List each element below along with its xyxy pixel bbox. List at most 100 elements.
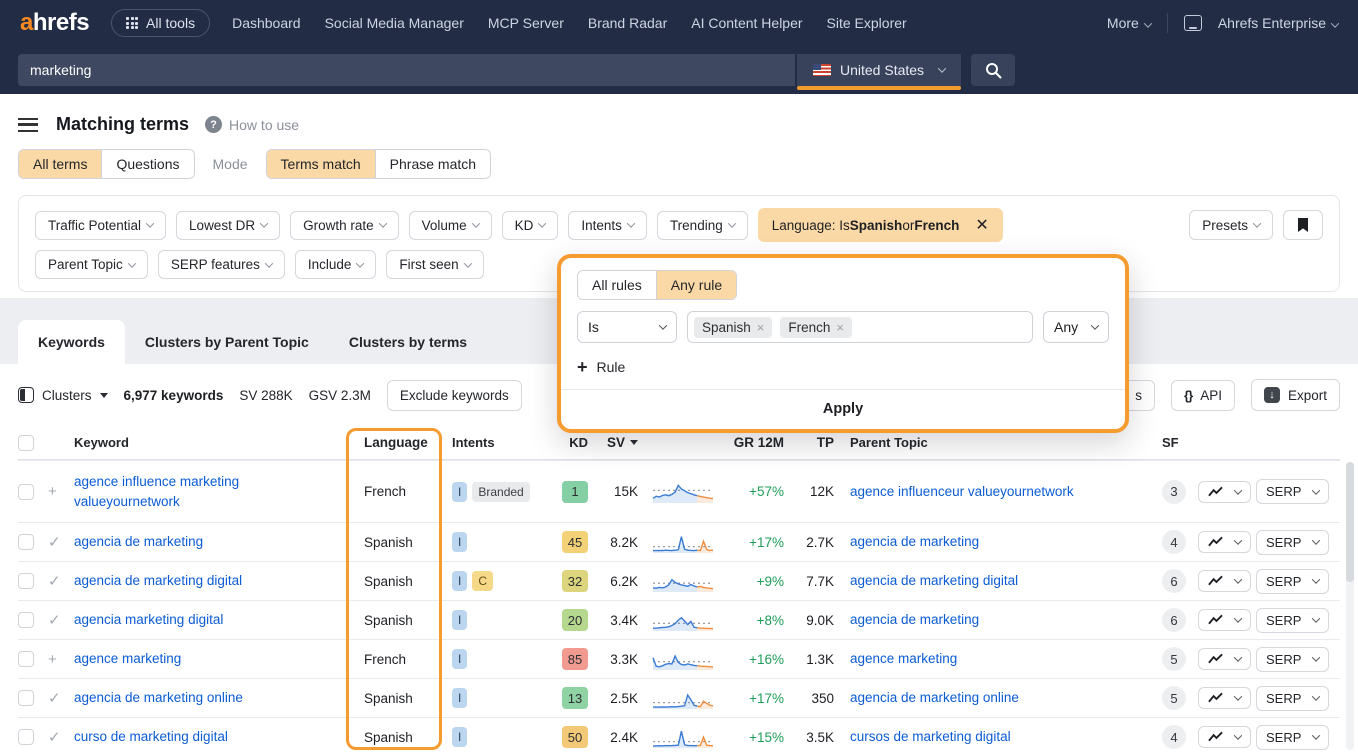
keyword-link[interactable]: curso de marketing digital bbox=[74, 727, 228, 747]
clusters-toggle[interactable]: Clusters bbox=[18, 387, 108, 403]
operator-select[interactable]: Is bbox=[577, 311, 677, 343]
api-button[interactable]: { }API bbox=[1171, 380, 1235, 411]
check-icon[interactable]: ✓ bbox=[48, 533, 74, 551]
trend-chart-button[interactable] bbox=[1198, 687, 1251, 709]
trend-chart-button[interactable] bbox=[1198, 648, 1251, 670]
column-header-kd[interactable]: KD bbox=[548, 435, 588, 450]
filter-lowest-dr[interactable]: Lowest DR bbox=[176, 211, 280, 240]
serp-button[interactable]: SERP bbox=[1256, 725, 1329, 750]
trend-chart-button[interactable] bbox=[1198, 726, 1251, 748]
check-icon[interactable]: ✓ bbox=[48, 728, 74, 746]
filter-trending[interactable]: Trending bbox=[657, 211, 748, 240]
row-checkbox[interactable] bbox=[18, 534, 34, 550]
column-header-keyword[interactable]: Keyword bbox=[74, 435, 350, 450]
ahrefs-logo[interactable]: ahrefs bbox=[20, 9, 89, 37]
language-filter-chip[interactable]: Language: Is Spanish or French✕ bbox=[758, 208, 1003, 242]
country-selector[interactable]: United States bbox=[797, 54, 961, 86]
check-icon[interactable]: ✓ bbox=[48, 689, 74, 707]
row-checkbox[interactable] bbox=[18, 573, 34, 589]
term-tab-questions[interactable]: Questions bbox=[101, 150, 193, 178]
column-header-sf[interactable]: SF bbox=[1154, 435, 1198, 450]
nav-item-brand-radar[interactable]: Brand Radar bbox=[588, 15, 667, 31]
filter-kd[interactable]: KD bbox=[502, 211, 559, 240]
filter-volume[interactable]: Volume bbox=[409, 211, 492, 240]
trend-chart-button[interactable] bbox=[1198, 531, 1251, 553]
tab-clusters-by-parent-topic[interactable]: Clusters by Parent Topic bbox=[125, 320, 329, 364]
search-input[interactable] bbox=[18, 54, 795, 86]
bookmark-button[interactable] bbox=[1283, 210, 1323, 240]
trend-chart-button[interactable] bbox=[1198, 481, 1251, 503]
tab-keywords[interactable]: Keywords bbox=[18, 320, 125, 364]
search-button[interactable] bbox=[971, 54, 1015, 86]
row-checkbox[interactable] bbox=[18, 484, 34, 500]
keyword-link[interactable]: agencia de marketing bbox=[74, 532, 203, 552]
parent-topic-link[interactable]: agence influenceur valueyournetwork bbox=[850, 482, 1074, 502]
nav-enterprise[interactable]: Ahrefs Enterprise bbox=[1218, 15, 1338, 31]
parent-topic-link[interactable]: agencia de marketing online bbox=[850, 688, 1019, 708]
scrollbar[interactable] bbox=[1346, 462, 1354, 750]
tab-clusters-by-terms[interactable]: Clusters by terms bbox=[329, 320, 487, 364]
remove-tag-icon[interactable]: × bbox=[757, 320, 765, 335]
nav-more[interactable]: More bbox=[1107, 15, 1151, 31]
row-checkbox[interactable] bbox=[18, 651, 34, 667]
exclude-keywords-button[interactable]: Exclude keywords bbox=[387, 380, 522, 411]
serp-button[interactable]: SERP bbox=[1256, 479, 1329, 504]
mode-tab-terms-match[interactable]: Terms match bbox=[267, 150, 375, 178]
mode-tab-phrase-match[interactable]: Phrase match bbox=[375, 150, 490, 178]
parent-topic-link[interactable]: agencia de marketing bbox=[850, 610, 979, 630]
remove-tag-icon[interactable]: × bbox=[836, 320, 844, 335]
select-all-checkbox[interactable] bbox=[18, 435, 34, 451]
language-tags-input[interactable]: Spanish×French× bbox=[687, 311, 1033, 343]
export-button[interactable]: ↓Export bbox=[1251, 379, 1340, 411]
filter-intents[interactable]: Intents bbox=[568, 211, 647, 240]
row-checkbox[interactable] bbox=[18, 612, 34, 628]
trend-chart-button[interactable] bbox=[1198, 570, 1251, 592]
column-header-intents[interactable]: Intents bbox=[442, 435, 548, 450]
presets-button[interactable]: Presets bbox=[1189, 210, 1273, 240]
column-header-sv[interactable]: SV bbox=[588, 435, 638, 450]
menu-icon[interactable] bbox=[18, 118, 38, 132]
nav-item-site-explorer[interactable]: Site Explorer bbox=[827, 15, 907, 31]
serp-button[interactable]: SERP bbox=[1256, 686, 1329, 711]
term-tab-all-terms[interactable]: All terms bbox=[19, 150, 101, 178]
close-icon[interactable]: ✕ bbox=[975, 215, 988, 235]
check-icon[interactable]: ✓ bbox=[48, 572, 74, 590]
column-header-tp[interactable]: TP bbox=[784, 435, 834, 450]
parent-topic-link[interactable]: agencia de marketing bbox=[850, 532, 979, 552]
filter-growth-rate[interactable]: Growth rate bbox=[290, 211, 399, 240]
parent-topic-link[interactable]: agence marketing bbox=[850, 649, 957, 669]
add-keyword-icon[interactable]: + bbox=[48, 651, 74, 668]
nav-item-ai-content-helper[interactable]: AI Content Helper bbox=[691, 15, 802, 31]
serp-button[interactable]: SERP bbox=[1256, 647, 1329, 672]
check-icon[interactable]: ✓ bbox=[48, 611, 74, 629]
keyword-link[interactable]: agencia de marketing digital bbox=[74, 571, 242, 591]
parent-topic-link[interactable]: agencia de marketing digital bbox=[850, 571, 1018, 591]
row-checkbox[interactable] bbox=[18, 690, 34, 706]
match-select[interactable]: Any bbox=[1043, 311, 1109, 343]
filter-first-seen[interactable]: First seen bbox=[386, 250, 483, 279]
serp-button[interactable]: SERP bbox=[1256, 530, 1329, 555]
all-tools-button[interactable]: All tools bbox=[111, 9, 210, 37]
parent-topic-link[interactable]: cursos de marketing digital bbox=[850, 727, 1011, 747]
column-header-language[interactable]: Language bbox=[350, 435, 442, 450]
serp-button[interactable]: SERP bbox=[1256, 608, 1329, 633]
keyword-link[interactable]: agence marketing bbox=[74, 649, 181, 669]
trend-chart-button[interactable] bbox=[1198, 609, 1251, 631]
row-checkbox[interactable] bbox=[18, 729, 34, 745]
add-rule-button[interactable]: + Rule bbox=[577, 358, 1109, 376]
nav-item-dashboard[interactable]: Dashboard bbox=[232, 15, 301, 31]
filter-include[interactable]: Include bbox=[295, 250, 377, 279]
filter-parent-topic[interactable]: Parent Topic bbox=[35, 250, 148, 279]
apply-button[interactable]: Apply bbox=[561, 389, 1125, 429]
keyword-link[interactable]: agencia de marketing online bbox=[74, 688, 243, 708]
nav-item-mcp-server[interactable]: MCP Server bbox=[488, 15, 564, 31]
rules-tab-all-rules[interactable]: All rules bbox=[578, 271, 656, 299]
filter-traffic-potential[interactable]: Traffic Potential bbox=[35, 211, 166, 240]
column-header-parent-topic[interactable]: Parent Topic bbox=[834, 435, 1154, 450]
nav-item-social-media-manager[interactable]: Social Media Manager bbox=[325, 15, 464, 31]
how-to-use-link[interactable]: ? How to use bbox=[205, 116, 299, 133]
serp-button[interactable]: SERP bbox=[1256, 569, 1329, 594]
rules-tab-any-rule[interactable]: Any rule bbox=[656, 271, 736, 299]
column-header-gr12m[interactable]: GR 12M bbox=[718, 435, 784, 450]
add-keyword-icon[interactable]: + bbox=[48, 483, 74, 500]
